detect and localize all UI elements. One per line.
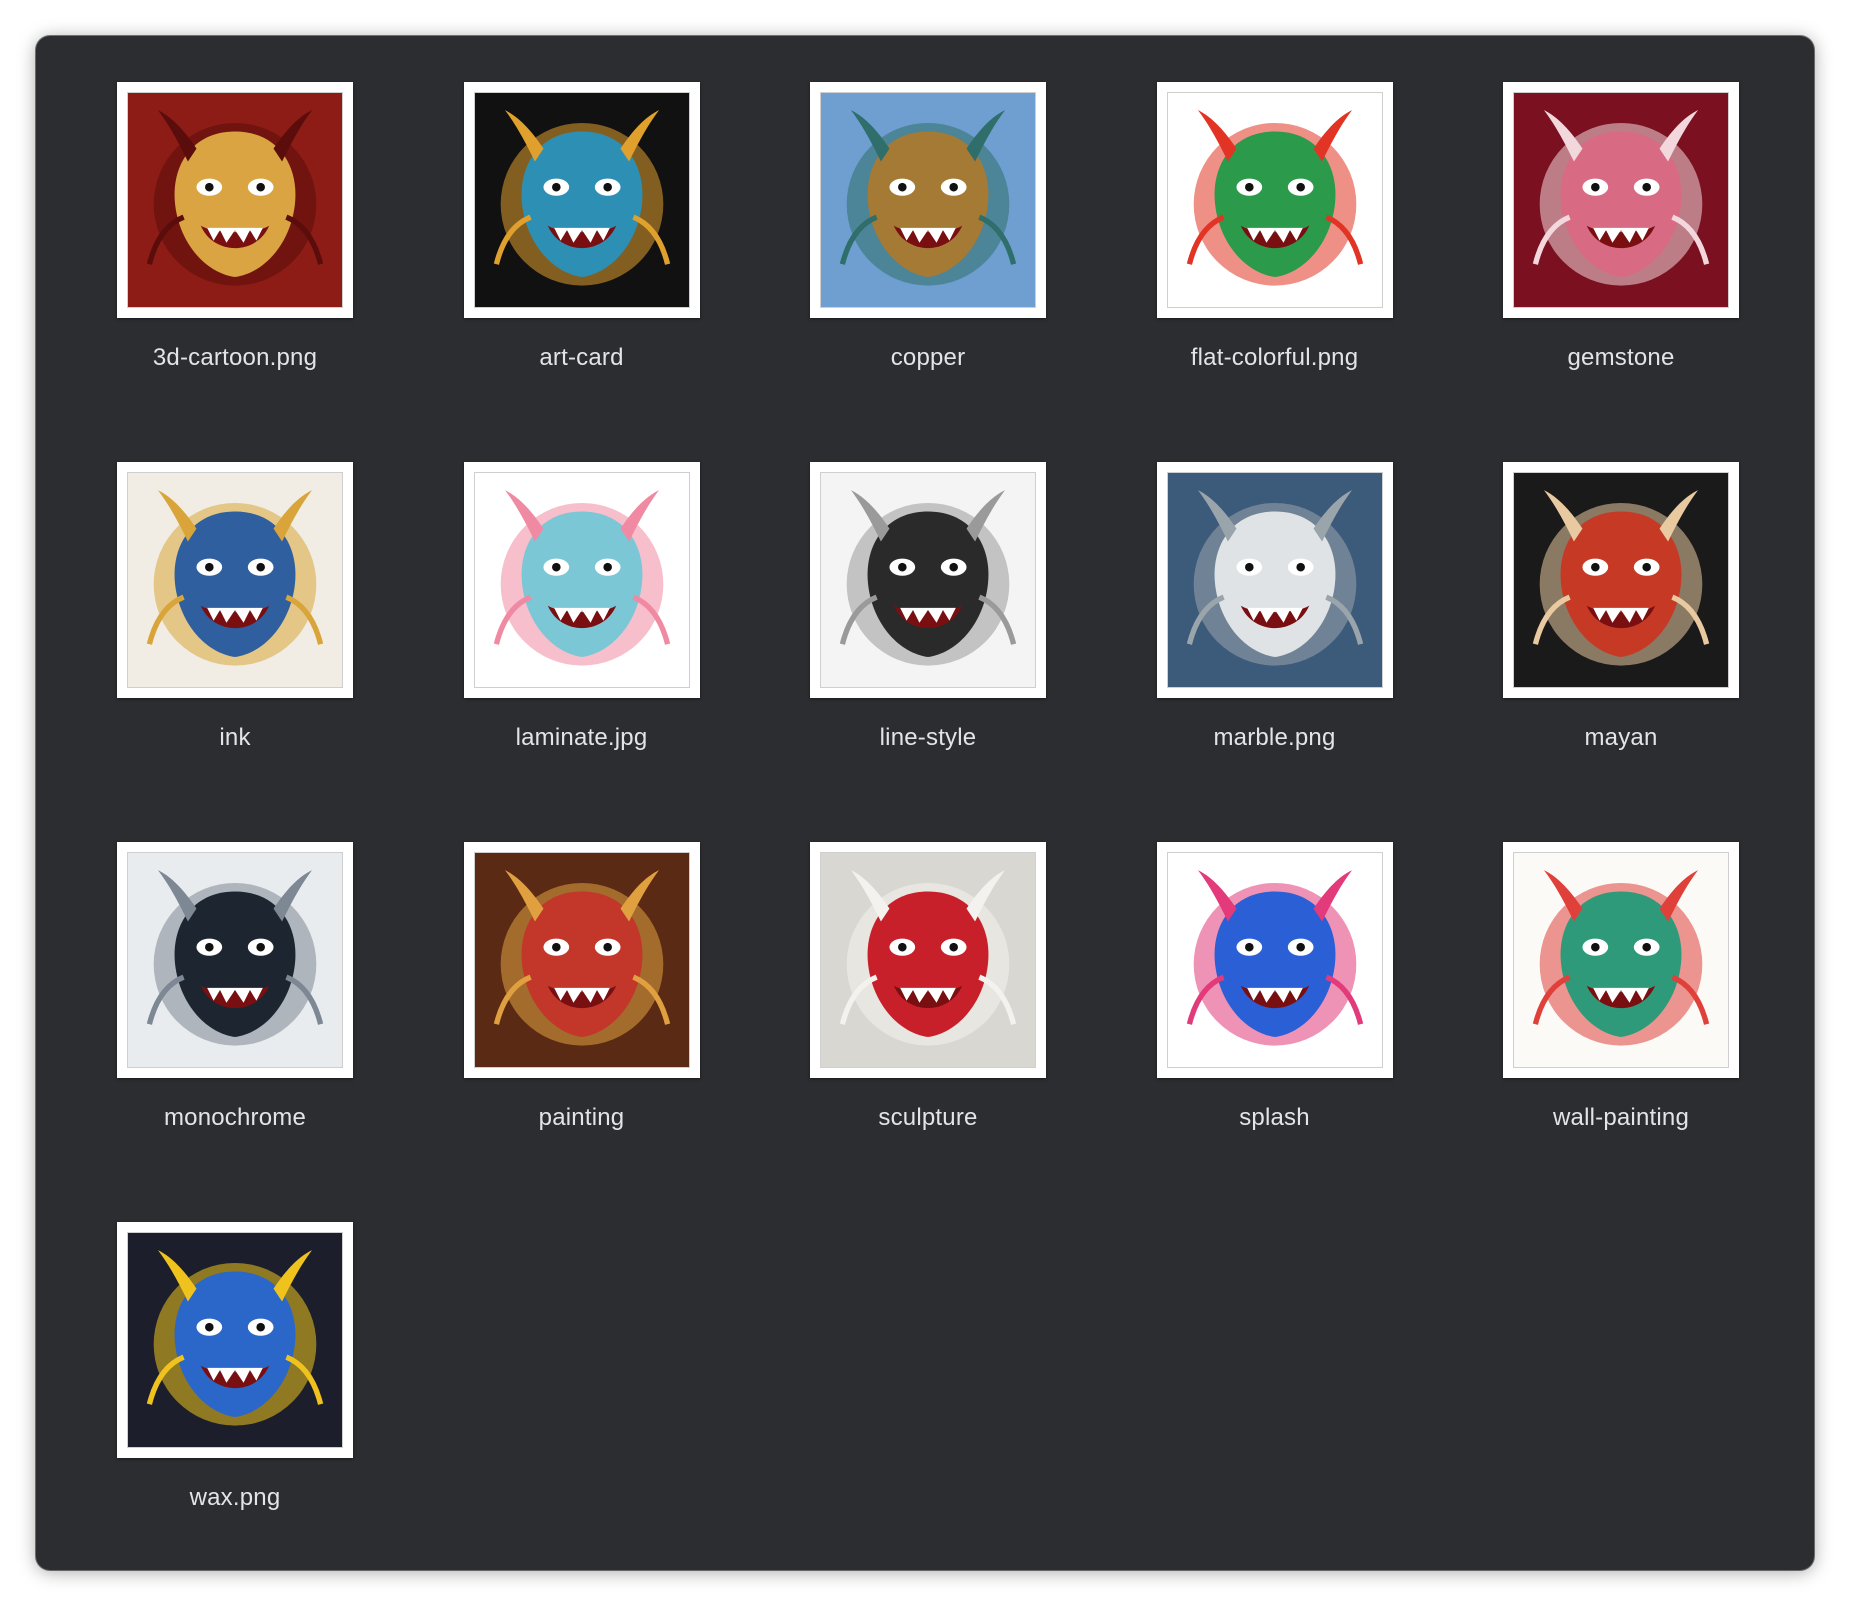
red-gold-dragon-medallion-thumbnail — [127, 92, 343, 308]
file-browser-window: 3d-cartoon.png art-card copper flat-colorfu… — [36, 36, 1814, 1570]
file-item[interactable]: sculpture — [729, 796, 1127, 1131]
file-thumbnail[interactable] — [1503, 82, 1739, 318]
file-name-label: laminate.jpg — [515, 724, 648, 751]
file-thumbnail[interactable] — [463, 462, 700, 698]
file-item[interactable]: flat-colorful.png — [1076, 36, 1474, 371]
file-item[interactable]: copper — [729, 36, 1127, 371]
file-thumbnail[interactable] — [117, 842, 353, 1078]
file-item[interactable]: ink — [36, 416, 434, 751]
file-item[interactable]: wax.png — [36, 1176, 434, 1511]
file-name-label: copper — [890, 344, 966, 371]
file-name-label: marble.png — [1213, 724, 1336, 751]
file-item[interactable]: art-card — [383, 36, 781, 371]
black-line-dragon-thumbnail — [820, 472, 1036, 688]
file-thumbnail[interactable] — [810, 842, 1046, 1078]
white-marble-dragon-clouds-thumbnail — [1166, 472, 1383, 688]
bronze-teal-dragon-head-thumbnail — [820, 92, 1036, 308]
file-thumbnail[interactable] — [1156, 82, 1393, 318]
file-name-label: sculpture — [878, 1104, 978, 1131]
file-thumbnail[interactable] — [117, 462, 353, 698]
file-thumbnail[interactable] — [1156, 462, 1393, 698]
file-item[interactable]: laminate.jpg — [383, 416, 781, 751]
file-name-label: wall-painting — [1552, 1104, 1689, 1131]
file-item[interactable]: marble.png — [1076, 416, 1474, 751]
file-name-label: ink — [219, 724, 251, 751]
file-item[interactable]: wall-painting — [1422, 796, 1814, 1131]
file-thumbnail[interactable] — [463, 842, 700, 1078]
colorful-splash-dragon-thumbnail — [1166, 852, 1383, 1068]
file-thumbnail[interactable] — [117, 1222, 353, 1458]
file-thumbnail[interactable] — [463, 82, 700, 318]
file-item[interactable]: mayan — [1422, 416, 1814, 751]
blue-ink-dragon-thumbnail — [127, 472, 343, 688]
file-name-label: monochrome — [163, 1104, 307, 1131]
white-red-dragon-sculpture-thumbnail — [820, 852, 1036, 1068]
file-name-label: art-card — [539, 344, 624, 371]
file-name-label: wax.png — [189, 1484, 281, 1511]
black-mountain-dragon-thumbnail — [127, 852, 343, 1068]
file-item[interactable]: painting — [383, 796, 781, 1131]
file-name-label: line-style — [879, 724, 977, 751]
pink-gem-dragon-head-thumbnail — [1513, 92, 1729, 308]
file-item[interactable]: line-style — [729, 416, 1127, 751]
file-thumbnail[interactable] — [1503, 462, 1739, 698]
blue-yellow-dragon-mask-thumbnail — [127, 1232, 343, 1448]
file-thumbnail[interactable] — [810, 462, 1046, 698]
file-item[interactable]: 3d-cartoon.png — [36, 36, 434, 371]
file-thumbnail[interactable] — [1156, 842, 1393, 1078]
file-thumbnail[interactable] — [1503, 842, 1739, 1078]
pastel-dragon-mask-thumbnail — [473, 472, 690, 688]
green-red-flat-dragon-thumbnail — [1166, 92, 1383, 308]
file-item[interactable]: monochrome — [36, 796, 434, 1131]
file-grid: 3d-cartoon.png art-card copper flat-colorfu… — [36, 36, 1814, 1570]
file-name-label: flat-colorful.png — [1190, 344, 1359, 371]
red-patterned-dragon-thumbnail — [1513, 472, 1729, 688]
file-thumbnail[interactable] — [117, 82, 353, 318]
file-item[interactable]: splash — [1076, 796, 1474, 1131]
file-thumbnail[interactable] — [810, 82, 1046, 318]
red-demon-dragon-painting-thumbnail — [473, 852, 690, 1068]
file-name-label: 3d-cartoon.png — [152, 344, 318, 371]
file-name-label: gemstone — [1567, 344, 1675, 371]
file-item[interactable]: gemstone — [1422, 36, 1814, 371]
teal-red-coiled-dragon-thumbnail — [1513, 852, 1729, 1068]
blue-gold-dragon-card-thumbnail — [473, 92, 690, 308]
file-name-label: mayan — [1584, 724, 1658, 751]
file-name-label: painting — [538, 1104, 625, 1131]
file-name-label: splash — [1239, 1104, 1310, 1131]
